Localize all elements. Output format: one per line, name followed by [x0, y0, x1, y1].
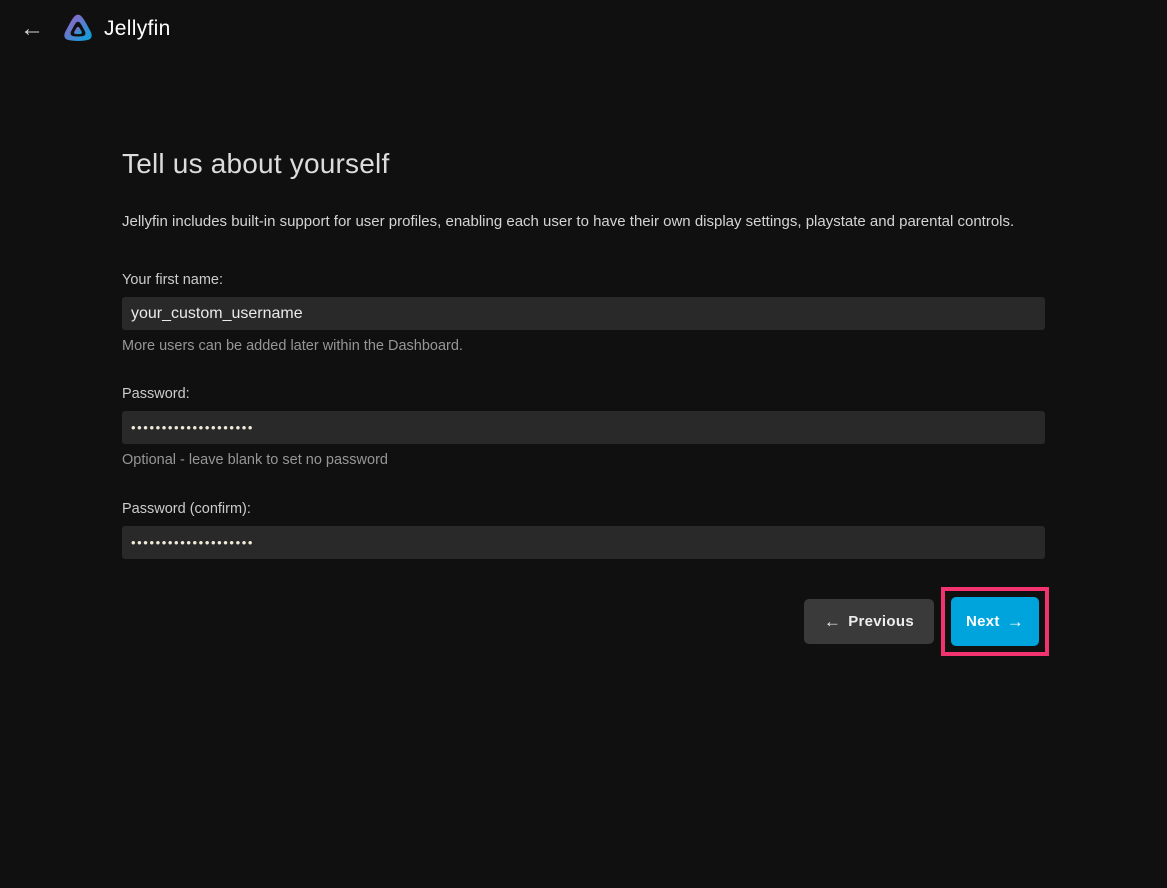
- password-confirm-input[interactable]: [122, 526, 1045, 559]
- password-confirm-label: Password (confirm):: [122, 501, 1045, 517]
- page-title: Tell us about yourself: [122, 148, 1045, 180]
- page-description: Jellyfin includes built-in support for u…: [122, 212, 1045, 232]
- jellyfin-logo: Jellyfin: [60, 11, 171, 47]
- user-profile-form: Your first name: More users can be added…: [122, 272, 1045, 656]
- back-button[interactable]: ←: [12, 9, 52, 49]
- previous-button-label: Previous: [848, 613, 914, 630]
- app-header: ← Jellyfin: [0, 0, 1167, 58]
- username-label: Your first name:: [122, 272, 1045, 288]
- username-helper-text: More users can be added later within the…: [122, 338, 1045, 354]
- jellyfin-wordmark: Jellyfin: [104, 17, 171, 41]
- password-label: Password:: [122, 386, 1045, 402]
- password-field-group: Password: Optional - leave blank to set …: [122, 386, 1045, 468]
- wizard-nav-buttons: ← Previous Next →: [122, 587, 1049, 656]
- next-button-label: Next: [966, 613, 1000, 630]
- arrow-left-icon: ←: [824, 612, 841, 632]
- jellyfin-logo-icon: [60, 11, 96, 47]
- password-input[interactable]: [122, 411, 1045, 444]
- username-input[interactable]: [122, 297, 1045, 330]
- next-button-highlight-box: Next →: [941, 587, 1049, 656]
- next-button[interactable]: Next →: [951, 597, 1039, 646]
- password-confirm-field-group: Password (confirm):: [122, 501, 1045, 559]
- setup-wizard-page: Tell us about yourself Jellyfin includes…: [122, 148, 1045, 656]
- arrow-right-icon: →: [1007, 612, 1024, 632]
- username-field-group: Your first name: More users can be added…: [122, 272, 1045, 354]
- password-helper-text: Optional - leave blank to set no passwor…: [122, 452, 1045, 468]
- previous-button[interactable]: ← Previous: [804, 599, 934, 644]
